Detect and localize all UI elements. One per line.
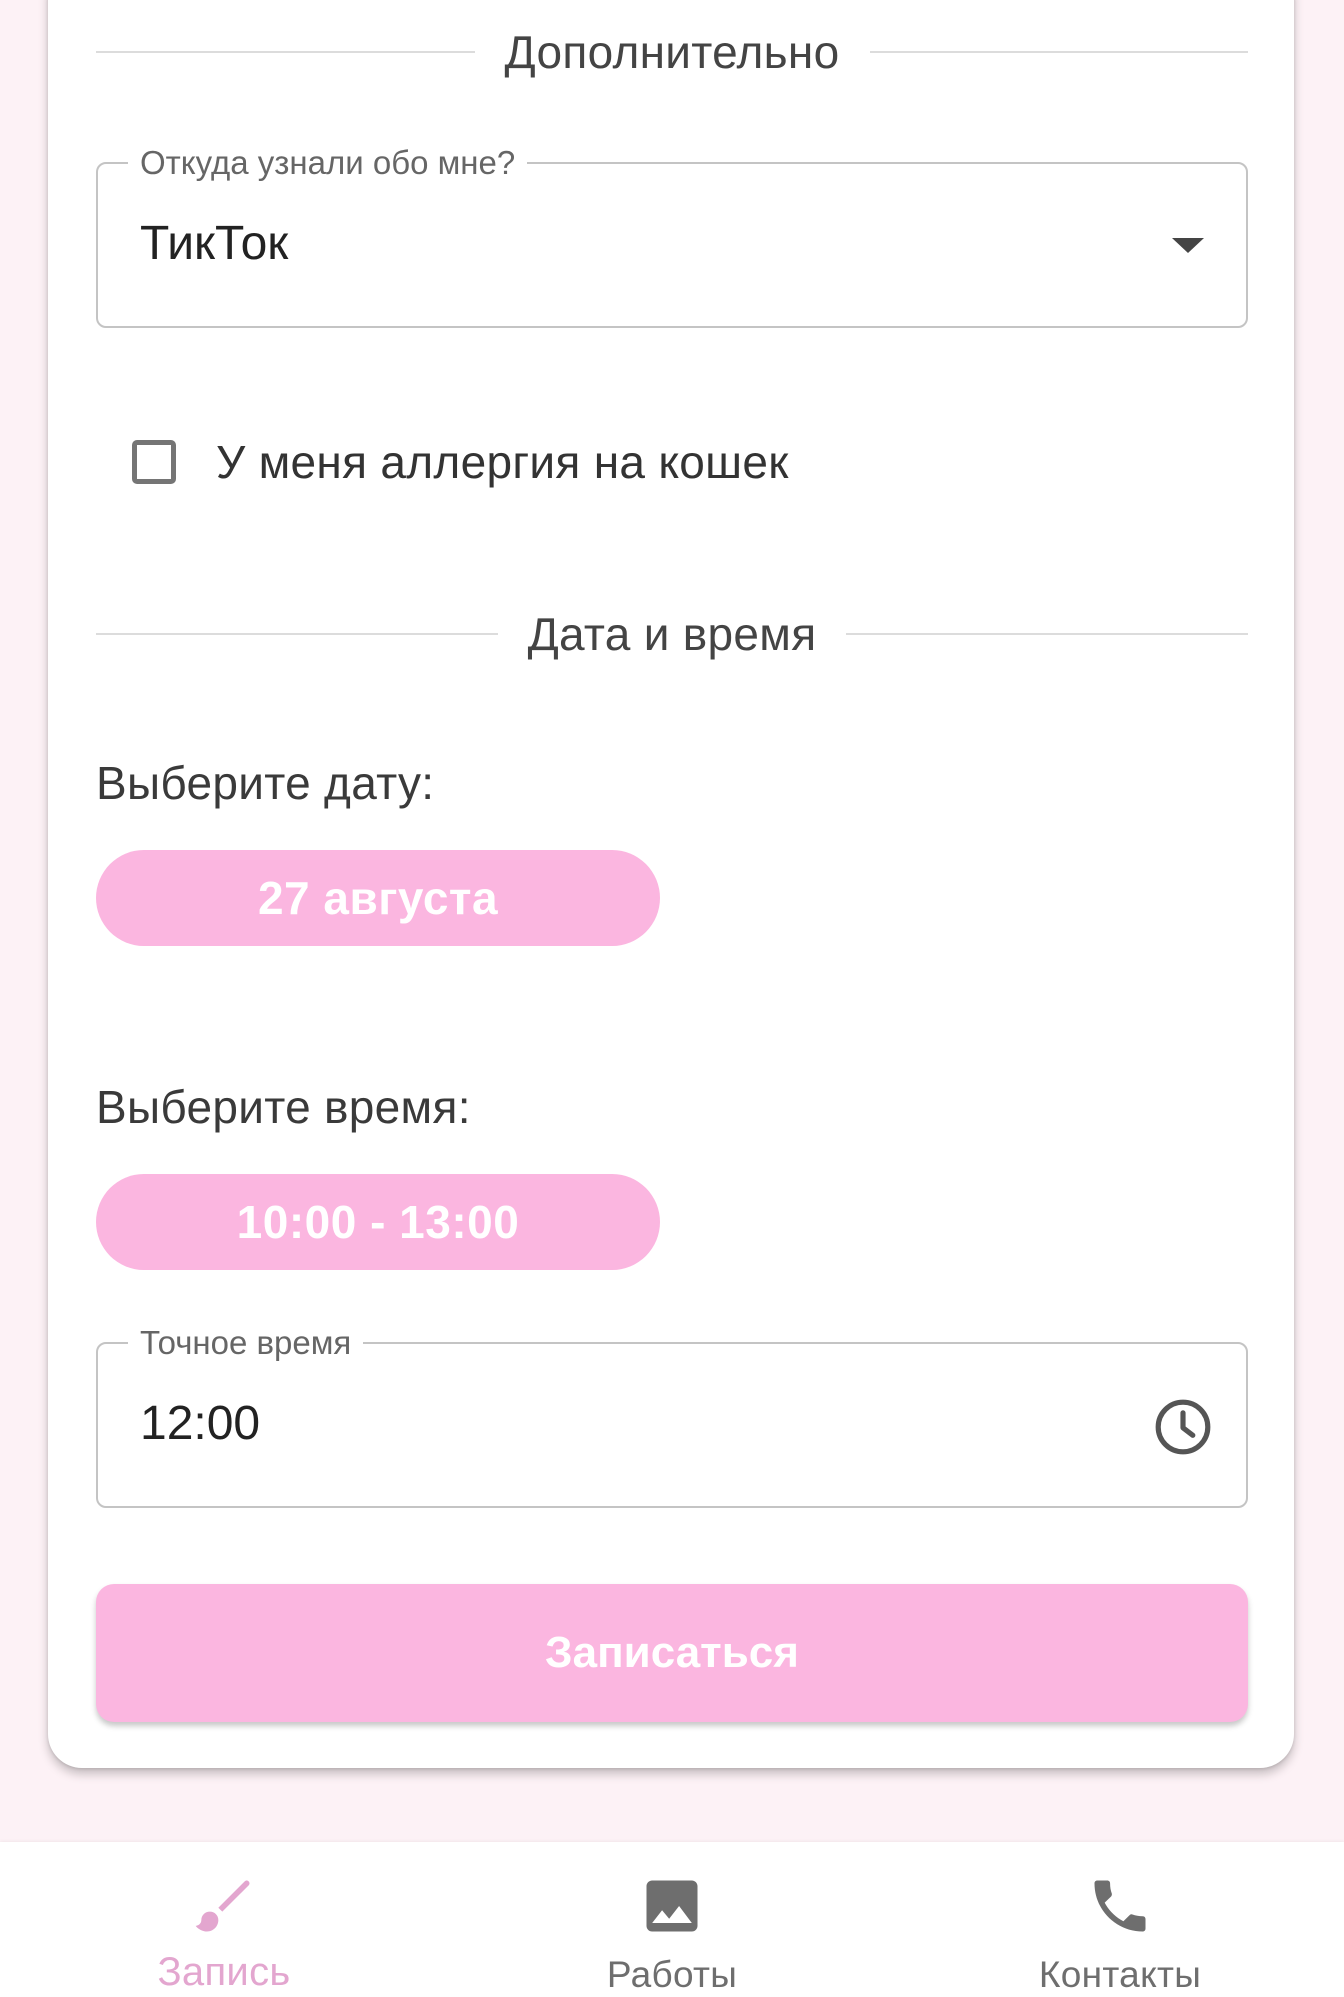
nav-label-booking: Запись [157,1950,291,1994]
exact-time-label: Точное время [128,1324,364,1362]
section-title-datetime: Дата и время [527,608,817,660]
date-select-button[interactable]: 27 августа [96,850,660,946]
divider-line [869,51,1249,53]
bottom-navigation: Запись Работы Контакты [0,1842,1344,1997]
exact-time-value: 12:00 [140,1397,261,1450]
allergy-checkbox-label[interactable]: У меня аллергия на кошек [216,435,789,489]
image-icon [646,1880,698,1932]
nav-label-works: Работы [606,1954,738,1995]
clock-icon[interactable] [1152,1396,1214,1458]
allergy-checkbox[interactable] [132,440,176,484]
divider-line [846,633,1249,635]
divider-line [96,51,475,53]
phone-icon [1094,1880,1146,1932]
exact-time-field[interactable]: Точное время 12:00 [96,1324,1248,1508]
source-select-label: Откуда узнали обо мне? [128,144,528,182]
nav-item-contacts[interactable]: Контакты [896,1842,1344,1997]
section-divider-additional: Дополнительно [96,26,1249,78]
date-label: Выберите дату: [96,757,435,809]
source-select-value: ТикТок [140,217,289,270]
divider-line [96,633,498,635]
time-slot-button[interactable]: 10:00 - 13:00 [96,1174,660,1270]
allergy-checkbox-row[interactable]: У меня аллергия на кошек [132,432,789,492]
nav-item-works[interactable]: Работы [448,1842,896,1997]
section-title-additional: Дополнительно [504,26,840,78]
time-label: Выберите время: [96,1081,471,1133]
source-select[interactable]: Откуда узнали обо мне? ТикТок [96,144,1248,328]
submit-button[interactable]: Записаться [96,1584,1248,1722]
section-divider-datetime: Дата и время [96,608,1249,660]
dropdown-arrow-icon[interactable] [1172,238,1204,253]
nav-item-booking[interactable]: Запись [0,1842,448,1997]
nav-label-contacts: Контакты [1038,1954,1202,1995]
brush-icon [195,1880,250,1932]
